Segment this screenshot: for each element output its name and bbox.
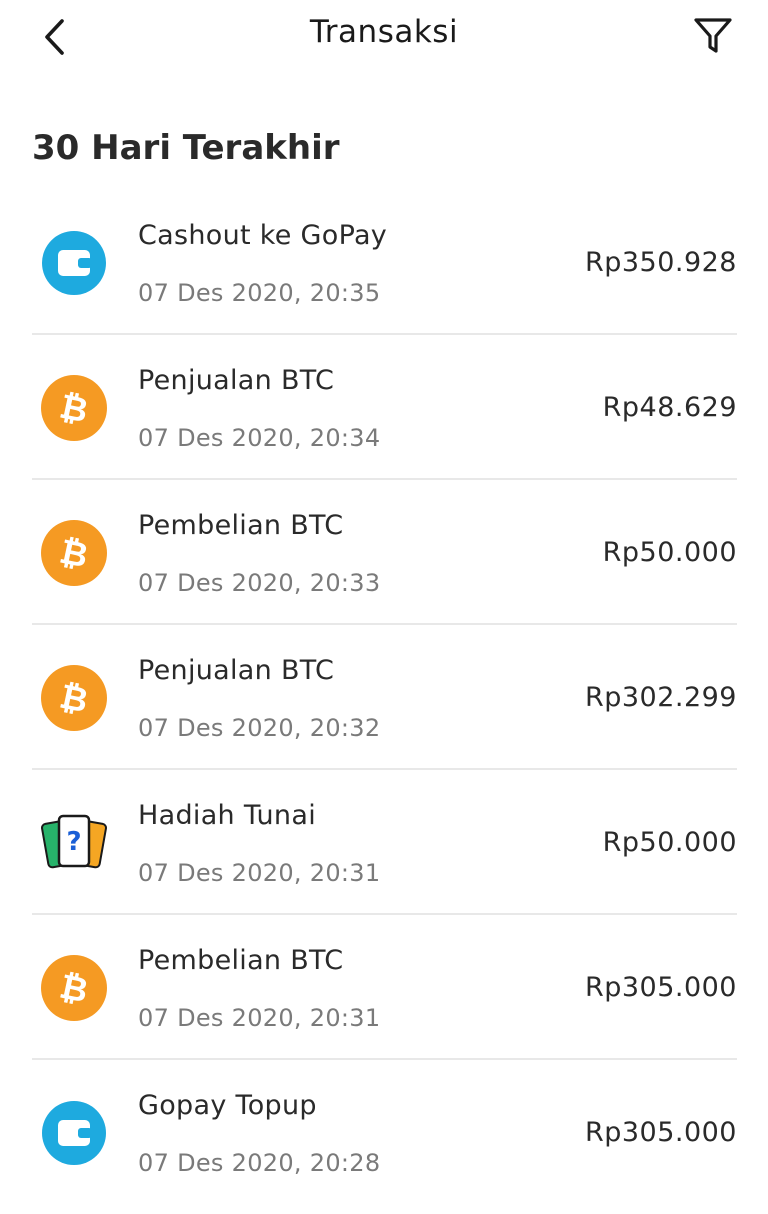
transaction-date: 07 Des 2020, 20:32 (138, 714, 381, 742)
mystery-cards-icon: ? (41, 814, 107, 869)
page-title: Transaksi (309, 14, 459, 50)
gopay-wallet-icon (42, 231, 106, 295)
transaction-date: 07 Des 2020, 20:31 (138, 859, 381, 887)
transaction-name: Gopay Topup (138, 1090, 317, 1121)
transaction-row[interactable]: ₿ Penjualan BTC 07 Des 2020, 20:32 Rp302… (32, 625, 737, 770)
transaction-date: 07 Des 2020, 20:28 (138, 1149, 381, 1177)
transaction-amount: Rp48.629 (602, 392, 737, 423)
transaction-date: 07 Des 2020, 20:35 (138, 279, 381, 307)
filter-icon (694, 18, 732, 53)
transaction-row[interactable]: Gopay Topup 07 Des 2020, 20:28 Rp305.000 (32, 1060, 737, 1205)
transaction-name: Penjualan BTC (138, 365, 335, 396)
transaction-amount: Rp302.299 (584, 682, 737, 713)
transaction-name: Pembelian BTC (138, 945, 344, 976)
transaction-date: 07 Des 2020, 20:34 (138, 424, 381, 452)
bitcoin-icon: ₿ (41, 520, 107, 586)
transaction-date: 07 Des 2020, 20:33 (138, 569, 381, 597)
filter-button[interactable] (688, 10, 738, 60)
transaction-list: Cashout ke GoPay 07 Des 2020, 20:35 Rp35… (32, 190, 737, 1205)
transaction-row[interactable]: Cashout ke GoPay 07 Des 2020, 20:35 Rp35… (32, 190, 737, 335)
transaction-name: Hadiah Tunai (138, 800, 316, 831)
transaction-name: Penjualan BTC (138, 655, 335, 686)
section-title: 30 Hari Terakhir (32, 128, 340, 168)
transaction-date: 07 Des 2020, 20:31 (138, 1004, 381, 1032)
transaction-row[interactable]: ₿ Pembelian BTC 07 Des 2020, 20:31 Rp305… (32, 915, 737, 1060)
top-bar: Transaksi (0, 0, 768, 80)
bitcoin-icon: ₿ (41, 665, 107, 731)
transaction-amount: Rp50.000 (602, 537, 737, 568)
bitcoin-icon: ₿ (41, 375, 107, 441)
transaction-amount: Rp305.000 (584, 1117, 737, 1148)
svg-text:?: ? (66, 827, 81, 857)
transaction-amount: Rp50.000 (602, 827, 737, 858)
transaction-row[interactable]: ₿ Penjualan BTC 07 Des 2020, 20:34 Rp48.… (32, 335, 737, 480)
transaction-amount: Rp350.928 (584, 247, 737, 278)
transaction-amount: Rp305.000 (584, 972, 737, 1003)
transaction-name: Pembelian BTC (138, 510, 344, 541)
gopay-wallet-icon (42, 1101, 106, 1165)
bitcoin-icon: ₿ (41, 955, 107, 1021)
transaction-name: Cashout ke GoPay (138, 220, 388, 251)
transaction-row[interactable]: ? Hadiah Tunai 07 Des 2020, 20:31 Rp50.0… (32, 770, 737, 915)
transaction-row[interactable]: ₿ Pembelian BTC 07 Des 2020, 20:33 Rp50.… (32, 480, 737, 625)
